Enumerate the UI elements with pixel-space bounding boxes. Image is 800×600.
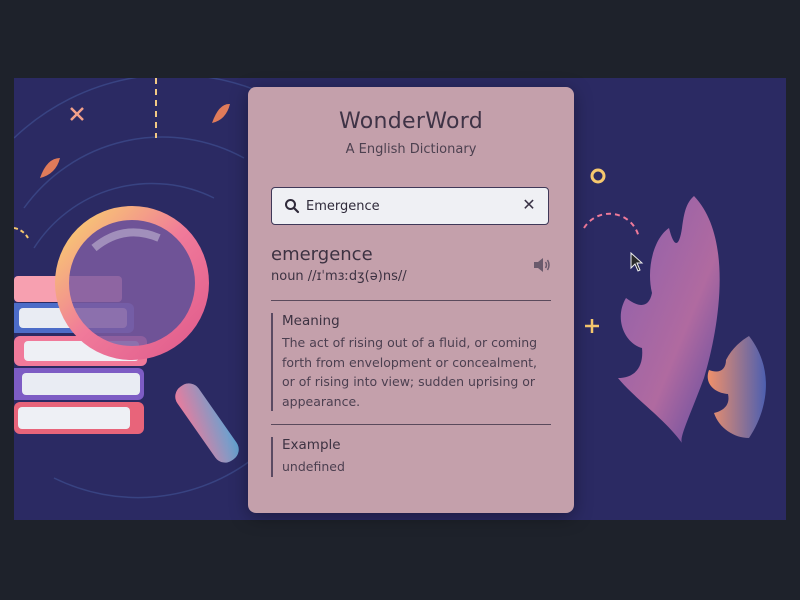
- example-heading: Example: [282, 437, 341, 453]
- divider: [271, 300, 551, 301]
- search-bar[interactable]: ✕: [271, 187, 549, 225]
- app-title: WonderWord: [339, 109, 483, 134]
- result-phonetic: noun //ɪˈmɜːdʒ(ə)ns//: [271, 269, 407, 284]
- search-input[interactable]: [306, 192, 506, 220]
- mouse-cursor-icon: [630, 252, 644, 272]
- example-section: Example undefined: [271, 437, 551, 477]
- speaker-icon[interactable]: [533, 257, 551, 273]
- close-icon[interactable]: ✕: [520, 196, 538, 214]
- search-icon: [285, 199, 300, 214]
- example-text: undefined: [282, 459, 345, 474]
- meaning-text: The act of rising out of a fluid, or com…: [282, 335, 538, 409]
- dictionary-card: WonderWord A English Dictionary ✕ emerge…: [248, 87, 574, 513]
- app-subtitle: A English Dictionary: [345, 142, 477, 157]
- meaning-section: Meaning The act of rising out of a fluid…: [271, 313, 551, 411]
- result-word: emergence: [271, 244, 373, 265]
- meaning-heading: Meaning: [282, 313, 340, 329]
- divider: [271, 424, 551, 425]
